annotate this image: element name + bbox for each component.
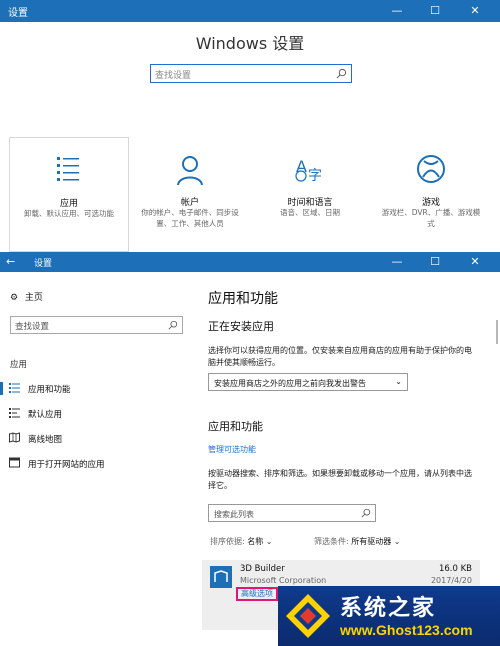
- settings-home-window: 设置 — ☐ ✕ Windows 设置 查找设置 应用 卸载、默认应用、可选功能…: [0, 0, 500, 252]
- manage-optional-features-link[interactable]: 管理可选功能: [208, 444, 256, 455]
- search-input[interactable]: 查找设置: [150, 64, 352, 83]
- app-list-search-input[interactable]: 搜索此列表: [208, 504, 376, 522]
- install-source-dropdown[interactable]: 安装应用商店之外的应用之前向我发出警告 ⌄: [208, 373, 408, 391]
- sidebar-item-offline-maps[interactable]: 离线地图: [0, 430, 200, 448]
- chevron-down-icon: ⌄: [393, 537, 401, 546]
- category-accounts[interactable]: 帐户 你的帐户、电子邮件、同步设置、工作、其他人员: [135, 137, 245, 252]
- chevron-down-icon: ⌄: [265, 537, 273, 546]
- xbox-icon: [417, 155, 445, 183]
- watermark: 系统之家 www.Ghost123.com: [278, 586, 500, 646]
- filter-dropdown[interactable]: 筛选条件: 所有驱动器 ⌄: [314, 536, 401, 547]
- title-bar: 设置 — ☐ ✕: [0, 0, 500, 22]
- maximize-button[interactable]: ☐: [420, 252, 450, 272]
- search-placeholder: 搜索此列表: [214, 510, 254, 519]
- sort-filter-row: 排序依据: 名称 ⌄ 筛选条件: 所有驱动器 ⌄: [210, 536, 480, 547]
- title-bar: ← 设置 — ☐ ✕: [0, 252, 500, 272]
- sidebar-item-apps-for-websites[interactable]: 用于打开网站的应用: [0, 455, 200, 473]
- window-title: 设置: [8, 8, 28, 19]
- search-icon: [336, 68, 347, 79]
- category-desc: 游戏栏、DVR、广播、游戏模式: [381, 208, 481, 228]
- apps-heading: 应用和功能: [208, 420, 263, 433]
- sidebar-search-input[interactable]: 查找设置: [10, 316, 183, 334]
- window-title: 设置: [34, 259, 53, 269]
- maximize-button[interactable]: ☐: [420, 0, 450, 22]
- minimize-button[interactable]: —: [382, 252, 412, 272]
- offline-maps-icon: [9, 432, 20, 443]
- advanced-options-link[interactable]: 高级选项: [236, 587, 278, 601]
- search-placeholder: 查找设置: [15, 322, 50, 332]
- category-time-language[interactable]: A 字 时间和语言 语音、区域、日期: [255, 137, 365, 252]
- app-size: 16.0 KB: [438, 564, 472, 574]
- filter-value: 所有驱动器: [351, 537, 392, 546]
- sidebar: ⚙ 主页 查找设置 应用 应用和功能 默认应用 离线地图 用于打开网站的应用: [0, 272, 200, 646]
- chevron-down-icon: ⌄: [395, 377, 402, 386]
- installing-description: 选择你可以获得应用的位置。仅安装来自应用商店的应用有助于保护你的电脑并使其顺畅运…: [208, 346, 472, 367]
- filter-label: 筛选条件:: [314, 537, 349, 546]
- sidebar-item-label: 默认应用: [28, 410, 63, 420]
- svg-text:字: 字: [308, 168, 322, 184]
- page-title: 应用和功能: [208, 291, 278, 307]
- person-icon: [177, 156, 203, 186]
- apps-description: 按驱动器搜索、排序和筛选。如果想要卸载或移动一个应用，请从列表中选择它。: [208, 469, 472, 490]
- default-apps-icon: [9, 408, 20, 418]
- sidebar-item-label: 应用和功能: [28, 385, 71, 395]
- sidebar-item-label: 离线地图: [28, 435, 63, 445]
- sidebar-section-label: 应用: [10, 360, 28, 370]
- sidebar-item-apps-features[interactable]: 应用和功能: [0, 380, 200, 398]
- 3d-builder-icon: [210, 566, 232, 588]
- app-name: 3D Builder: [240, 564, 285, 574]
- dropdown-value: 安装应用商店之外的应用之前向我发出警告: [214, 379, 366, 388]
- search-icon: [168, 320, 178, 330]
- app-date: 2017/4/20: [430, 576, 472, 585]
- apps-for-websites-icon: [9, 457, 20, 468]
- category-desc: 你的帐户、电子邮件、同步设置、工作、其他人员: [141, 208, 239, 228]
- search-placeholder: 查找设置: [155, 71, 192, 81]
- page-title: Windows 设置: [195, 34, 305, 53]
- category-desc: 卸载、默认应用、可选功能: [24, 209, 114, 218]
- category-gaming[interactable]: 游戏 游戏栏、DVR、广播、游戏模式: [376, 137, 486, 252]
- sort-value: 名称: [247, 537, 264, 546]
- watermark-title: 系统之家: [340, 595, 437, 621]
- home-label: 主页: [24, 293, 43, 303]
- search-icon: [361, 508, 371, 518]
- selection-indicator: [0, 382, 3, 395]
- time-language-icon: A 字: [295, 157, 322, 184]
- back-button[interactable]: ←: [6, 255, 15, 268]
- home-link[interactable]: ⚙ 主页: [10, 290, 43, 303]
- sort-label: 排序依据:: [210, 537, 245, 546]
- minimize-button[interactable]: —: [382, 0, 412, 22]
- app-publisher: Microsoft Corporation: [240, 576, 327, 585]
- close-button[interactable]: ✕: [460, 252, 490, 272]
- category-desc: 语音、区域、日期: [280, 208, 340, 217]
- category-apps[interactable]: 应用 卸载、默认应用、可选功能: [9, 137, 129, 252]
- sidebar-item-label: 用于打开网站的应用: [28, 460, 105, 470]
- sidebar-item-default-apps[interactable]: 默认应用: [0, 405, 200, 423]
- close-button[interactable]: ✕: [460, 0, 490, 22]
- apps-features-icon: [9, 383, 20, 393]
- scrollbar[interactable]: [496, 320, 498, 344]
- apps-list-icon: [57, 157, 79, 181]
- gear-icon: ⚙: [10, 293, 19, 303]
- sort-dropdown[interactable]: 排序依据: 名称 ⌄: [210, 537, 273, 546]
- installing-heading: 正在安装应用: [208, 320, 274, 333]
- watermark-logo-icon: [286, 594, 330, 638]
- watermark-url: www.Ghost123.com: [340, 622, 473, 638]
